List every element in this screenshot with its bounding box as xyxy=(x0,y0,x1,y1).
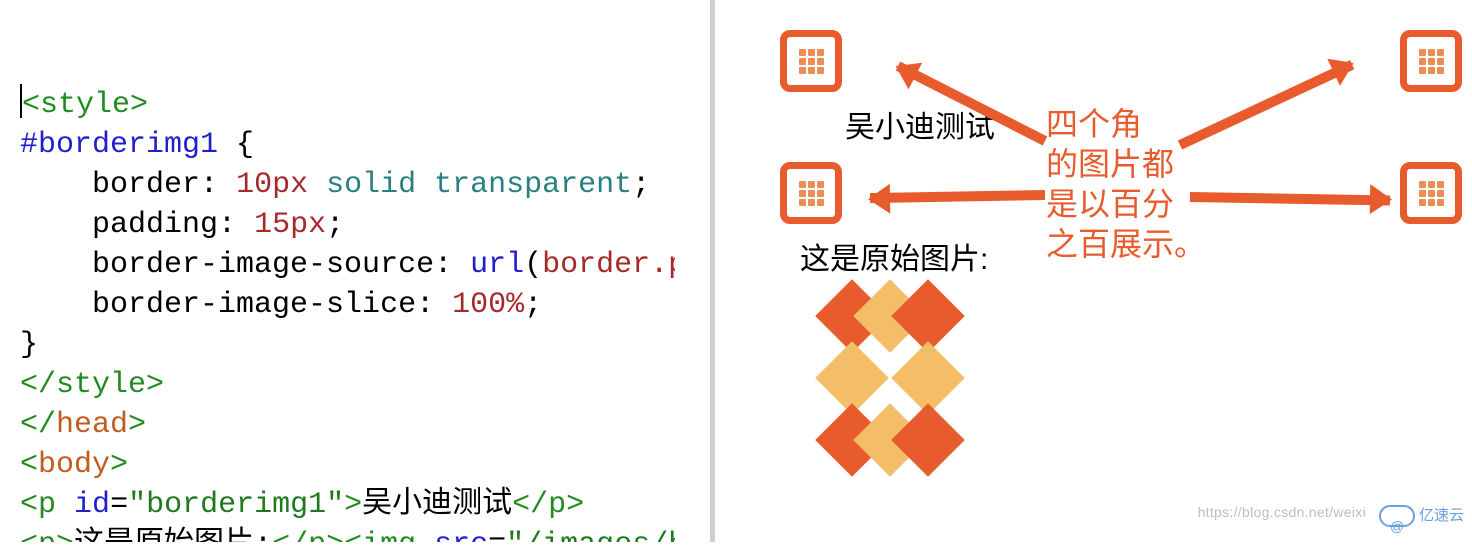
code-token: solid xyxy=(326,168,416,202)
logo-text: 亿速云 xyxy=(1419,496,1464,536)
code-token: border-image-slice xyxy=(92,288,416,322)
dots-icon xyxy=(799,49,824,74)
code-token: { xyxy=(218,128,254,162)
code-token: > xyxy=(56,528,74,542)
code-token xyxy=(416,528,434,542)
preview-text-1: 吴小迪测试 xyxy=(845,108,995,148)
code-token: : xyxy=(218,208,254,242)
code-token: border-image-source xyxy=(92,248,434,282)
border-image-box xyxy=(1400,162,1462,224)
code-token: "borderimg1" xyxy=(128,488,344,522)
code-token: id xyxy=(74,488,110,522)
code-token: > xyxy=(128,408,146,442)
code-token: 吴小迪测试 xyxy=(362,488,512,522)
dots-icon xyxy=(1419,181,1444,206)
code-token: > xyxy=(344,488,362,522)
code-token: > xyxy=(130,88,148,122)
arrow-icon xyxy=(870,190,1045,203)
code-token: ; xyxy=(524,288,542,322)
code-token: : xyxy=(434,248,470,282)
dots-icon xyxy=(799,181,824,206)
code-token: border xyxy=(92,168,200,202)
code-token: head xyxy=(56,408,128,442)
code-token: < xyxy=(20,488,38,522)
code-token: img xyxy=(362,528,416,542)
code-token: >< xyxy=(326,528,362,542)
code-token: > xyxy=(566,488,584,522)
code-token: p xyxy=(308,528,326,542)
annotation-text: 四个角 的图片都 是以百分 之百展示。 xyxy=(1046,104,1206,264)
code-token: </ xyxy=(272,528,308,542)
code-token: src xyxy=(434,528,488,542)
code-token: < xyxy=(20,448,38,482)
preview-text-2: 这是原始图片: xyxy=(800,240,988,280)
original-border-image xyxy=(800,292,980,472)
watermark-text: https://blog.csdn.net/weixi xyxy=(1198,492,1366,532)
code-token: style xyxy=(40,88,130,122)
code-token: </ xyxy=(20,368,56,402)
code-token xyxy=(416,168,434,202)
code-token: p xyxy=(548,488,566,522)
code-token: body xyxy=(38,448,110,482)
code-token: ( xyxy=(524,248,542,282)
code-token: ; xyxy=(326,208,344,242)
code-token: < xyxy=(20,528,38,542)
border-image-box xyxy=(780,30,842,92)
dots-icon xyxy=(1419,49,1444,74)
cloud-icon xyxy=(1379,505,1415,527)
code-token: = xyxy=(110,488,128,522)
logo-badge: 亿速云 xyxy=(1379,496,1464,536)
code-token: 100% xyxy=(452,288,524,322)
code-editor-pane[interactable]: <style> #borderimg1 { border: 10px solid… xyxy=(0,0,675,542)
code-token: 10px xyxy=(236,168,308,202)
code-token: #borderimg1 xyxy=(20,128,218,162)
border-image-box xyxy=(1400,30,1462,92)
pane-divider[interactable] xyxy=(710,0,715,542)
code-token: > xyxy=(110,448,128,482)
preview-pane: 吴小迪测试 这是原始图片: 四个角 的图片都 是以百分 之百展示。 xyxy=(750,0,1472,542)
code-token: border.pn xyxy=(542,248,675,282)
code-token: transparent xyxy=(434,168,632,202)
code-token: < xyxy=(22,88,40,122)
arrow-icon xyxy=(1190,192,1390,205)
code-token: = xyxy=(488,528,506,542)
code-token: : xyxy=(416,288,452,322)
code-token: padding xyxy=(92,208,218,242)
code-token: > xyxy=(146,368,164,402)
code-token: : xyxy=(200,168,236,202)
code-token: p xyxy=(38,528,56,542)
border-image-box xyxy=(780,162,842,224)
code-token: 15px xyxy=(254,208,326,242)
code-token: "/images/bo xyxy=(506,528,675,542)
code-token: </ xyxy=(20,408,56,442)
code-token xyxy=(308,168,326,202)
code-token: } xyxy=(20,328,38,362)
code-token: style xyxy=(56,368,146,402)
split-view: <style> #borderimg1 { border: 10px solid… xyxy=(0,0,1472,542)
code-token: 这是原始图片: xyxy=(74,528,272,542)
code-token: p xyxy=(38,488,56,522)
code-token: </ xyxy=(512,488,548,522)
code-token: ; xyxy=(632,168,650,202)
code-token: url xyxy=(470,248,524,282)
code-token xyxy=(56,488,74,522)
